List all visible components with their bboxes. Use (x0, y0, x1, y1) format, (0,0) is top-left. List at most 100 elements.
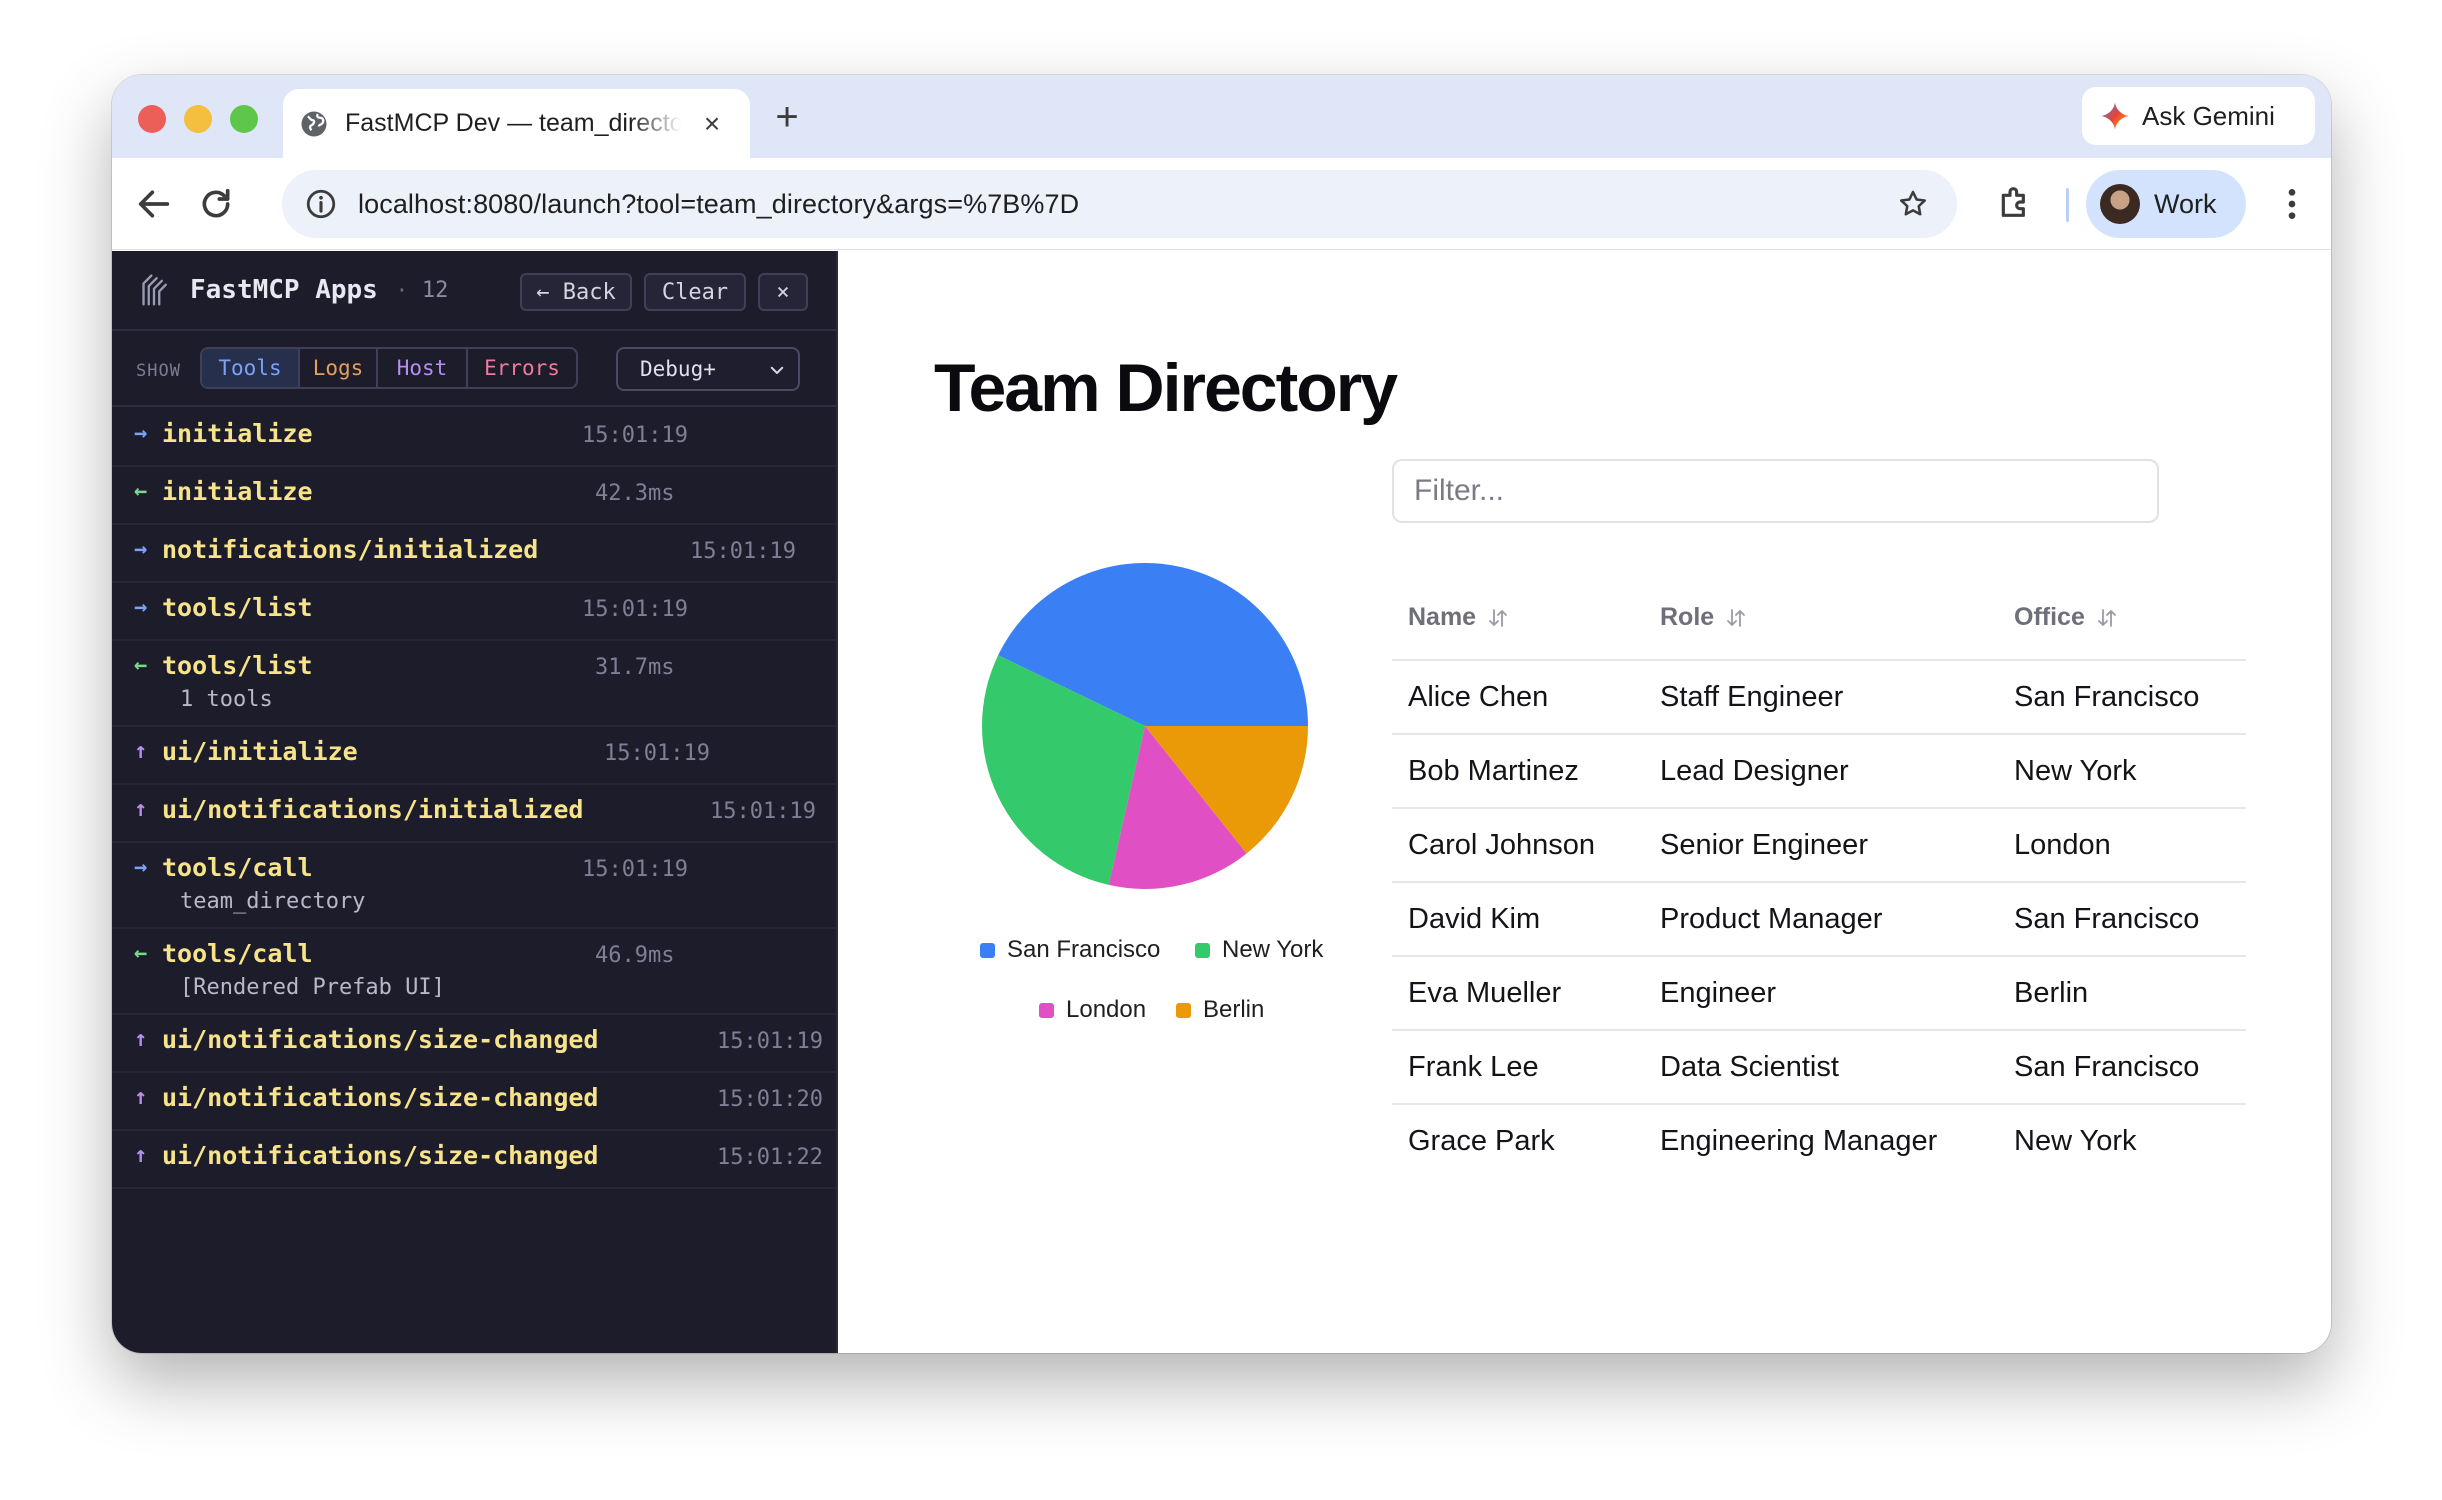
filter-errors-toggle[interactable]: Errors (468, 349, 576, 387)
avatar (2100, 184, 2140, 224)
log-entry[interactable]: ↑ ui/notifications/initialized 15:01:19 (112, 785, 836, 843)
sort-icon (1489, 608, 1507, 627)
log-entry[interactable]: ↑ ui/notifications/size-changed 15:01:19 (112, 1015, 836, 1073)
table-row[interactable]: Frank Lee Data Scientist San Francisco (1392, 1031, 2246, 1105)
log-entry[interactable]: → initialize 15:01:19 (112, 409, 836, 467)
log-method: tools/call (162, 939, 313, 968)
log-method: ui/notifications/size-changed (162, 1025, 599, 1054)
log-entry[interactable]: ↑ ui/notifications/size-changed 15:01:20 (112, 1073, 836, 1131)
kebab-menu-icon[interactable] (2272, 184, 2312, 224)
log-entry[interactable]: ← initialize 42.3ms (112, 467, 836, 525)
devtools-title: FastMCP Apps (190, 275, 378, 305)
log-detail: 1 tools (180, 687, 273, 712)
office-column-header[interactable]: Office (2014, 603, 2119, 632)
arrow-left-icon[interactable] (134, 184, 174, 224)
log-timestamp: 15:01:19 (582, 423, 688, 448)
legend-item: London (1039, 996, 1146, 1024)
office-pie-chart (982, 563, 1308, 889)
role-column-header[interactable]: Role (1660, 603, 1748, 632)
log-direction-icon: → (134, 595, 148, 620)
log-timestamp: 15:01:22 (717, 1145, 823, 1170)
name-cell: Eva Mueller (1408, 977, 1562, 1009)
reload-icon[interactable] (196, 184, 236, 224)
close-panel-button[interactable]: × (758, 273, 808, 311)
url-text[interactable]: localhost:8080/launch?tool=team_director… (358, 189, 1079, 220)
new-tab-button[interactable]: + (767, 97, 807, 137)
table-row[interactable]: Alice Chen Staff Engineer San Francisco (1392, 661, 2246, 735)
table-row[interactable]: Bob Martinez Lead Designer New York (1392, 735, 2246, 809)
table-row[interactable]: David Kim Product Manager San Francisco (1392, 883, 2246, 957)
office-cell: San Francisco (2014, 903, 2200, 935)
team-table: Name Role Office Alice Chen Staff Engine… (1392, 579, 2246, 1179)
legend-label: New York (1222, 936, 1324, 963)
log-entry[interactable]: ← tools/list 31.7ms 1 tools (112, 641, 836, 727)
log-timestamp: 15:01:19 (710, 799, 816, 824)
name-cell: David Kim (1408, 903, 1541, 935)
role-cell: Product Manager (1660, 903, 1883, 935)
filter-host-toggle[interactable]: Host (378, 349, 468, 387)
filter-tools-toggle[interactable]: Tools (202, 349, 300, 387)
legend-label: Berlin (1203, 996, 1265, 1023)
table-row[interactable]: Carol Johnson Senior Engineer London (1392, 809, 2246, 883)
log-direction-icon: → (134, 855, 148, 880)
close-window-button[interactable] (138, 105, 166, 133)
column-header-label: Office (2014, 603, 2085, 631)
table-header: Name Role Office (1392, 579, 2246, 661)
table-row[interactable]: Grace Park Engineering Manager New York (1392, 1105, 2246, 1179)
star-icon[interactable] (1897, 188, 1929, 220)
log-entry[interactable]: → tools/list 15:01:19 (112, 583, 836, 641)
log-method: ui/notifications/size-changed (162, 1141, 599, 1170)
log-entry[interactable]: → tools/call 15:01:19 team_directory (112, 843, 836, 929)
log-method: tools/call (162, 853, 313, 882)
sparkle-icon (2101, 102, 2129, 130)
devtools-header: FastMCP Apps · 12 ← Back Clear × (112, 251, 836, 331)
log-method: ui/initialize (162, 737, 358, 766)
app-content: Team Directory San Francisco New York Lo… (840, 251, 2331, 1353)
tab-close-icon[interactable]: × (697, 108, 727, 140)
browser-tab[interactable]: FastMCP Dev — team_directory × (283, 89, 750, 158)
chevron-down-icon (770, 366, 784, 374)
log-timestamp: 15:01:19 (604, 741, 710, 766)
sort-icon (1727, 608, 1746, 627)
log-method: initialize (162, 419, 313, 448)
office-cell: London (2014, 829, 2111, 861)
log-direction-icon: ↑ (134, 797, 148, 822)
log-direction-icon: ← (134, 653, 148, 678)
back-button[interactable]: ← Back (520, 273, 632, 311)
table-row[interactable]: Eva Mueller Engineer Berlin (1392, 957, 2246, 1031)
name-column-header[interactable]: Name (1408, 603, 1510, 632)
filter-toggle-group: Tools Logs Host Errors (200, 347, 578, 389)
log-entry[interactable]: → notifications/initialized 15:01:19 (112, 525, 836, 583)
log-entry[interactable]: ↑ ui/initialize 15:01:19 (112, 727, 836, 785)
filter-input[interactable] (1392, 459, 2159, 523)
ask-gemini-button[interactable]: Ask Gemini (2082, 87, 2315, 145)
log-method: notifications/initialized (162, 535, 539, 564)
role-cell: Engineer (1660, 977, 1777, 1009)
log-entry[interactable]: ↑ ui/notifications/size-changed 15:01:22 (112, 1131, 836, 1189)
filter-logs-toggle[interactable]: Logs (300, 349, 378, 387)
log-direction-icon: → (134, 537, 148, 562)
log-timestamp: 42.3ms (595, 481, 675, 506)
legend-label: London (1066, 996, 1147, 1023)
maximize-window-button[interactable] (230, 105, 258, 133)
log-level-select[interactable]: Debug+ (616, 347, 800, 391)
message-count: 12 (421, 277, 449, 303)
legend-swatch (1195, 942, 1210, 958)
clear-button[interactable]: Clear (644, 273, 746, 311)
profile-button[interactable]: Work (2086, 170, 2246, 238)
log-timestamp: 15:01:19 (690, 539, 796, 564)
legend-swatch (980, 942, 995, 958)
log-level-value: Debug+ (640, 357, 716, 381)
tab-strip: FastMCP Dev — team_directory × + Ask Gem… (112, 75, 2331, 158)
title-separator: · (395, 278, 408, 302)
role-cell: Lead Designer (1660, 755, 1849, 787)
address-bar[interactable]: localhost:8080/launch?tool=team_director… (282, 170, 1957, 238)
log-timestamp: 15:01:19 (582, 857, 688, 882)
office-cell: San Francisco (2014, 1051, 2200, 1083)
minimize-window-button[interactable] (184, 105, 212, 133)
info-icon[interactable] (304, 187, 338, 221)
toolbar-divider (2066, 188, 2069, 222)
puzzle-icon[interactable] (1995, 182, 2035, 222)
log-direction-icon: ↑ (134, 1027, 148, 1052)
log-entry[interactable]: ← tools/call 46.9ms [Rendered Prefab UI] (112, 929, 836, 1015)
